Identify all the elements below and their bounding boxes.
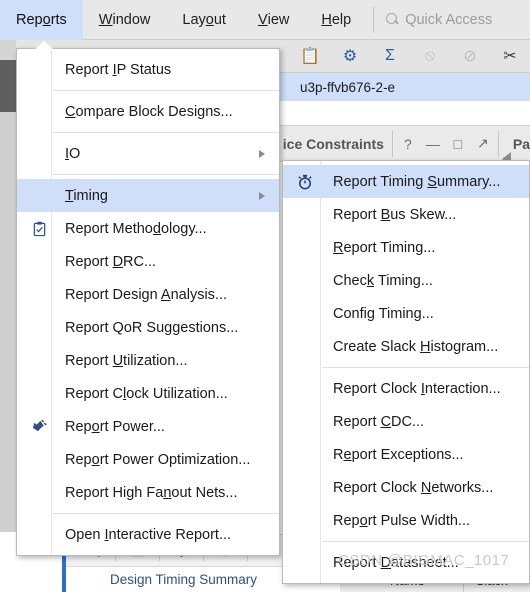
timing-submenu: Report Timing Summary... Report Bus Skew.… [282,160,530,584]
timing-menu-item-label: Report Bus Skew... [333,206,457,223]
reports-menu-item-label: Report DRC... [65,253,157,270]
menu-reports[interactable]: Rep o rts [0,0,83,40]
reports-menu-item-label: IO [65,145,81,162]
reports-menu-item-label: Report Design Analysis... [65,286,228,303]
reports-menu-item-label: Report Methodology... [65,220,207,237]
reports-menu-separator [53,132,279,133]
reports-menu-item-label: Timing [65,187,108,204]
clipboard-check-icon [26,212,52,245]
timing-menu-item-label: Report Datasheet... [333,554,459,571]
timing-menu-item-0[interactable]: Report Timing Summary... [283,165,529,198]
reports-menu-separator [53,174,279,175]
reports-menu-item-4[interactable]: Report Methodology... [17,212,279,245]
settings-gear-icon[interactable]: ⚙ [330,40,370,73]
reports-menu-item-3[interactable]: Timing [17,179,279,212]
timing-menu-item-label: Report Timing Summary... [333,173,501,190]
timing-menu-item-11[interactable]: Report Datasheet... [283,546,529,579]
timing-menu-separator [322,541,529,542]
design-timing-summary-label: Design Timing Summary [110,572,258,587]
timing-menu-item-7[interactable]: Report CDC... [283,405,529,438]
menu-window[interactable]: Window [83,0,167,40]
reports-menu-item-label: Report Clock Utilization... [65,385,228,402]
timer-icon [292,165,318,198]
cut-icon[interactable]: ✂ [490,40,530,73]
report-clipboard-icon[interactable]: 📋 [290,40,330,73]
power-plug-icon [26,410,52,443]
menubar-divider [373,6,375,33]
timing-menu-item-9[interactable]: Report Clock Networks... [283,471,529,504]
reports-menu-item-label: Report QoR Suggestions... [65,319,239,336]
reports-menu-item-6[interactable]: Report Design Analysis... [17,278,279,311]
device-constraints-title: ice Constraints [282,135,384,152]
reports-menu-item-9[interactable]: Report Clock Utilization... [17,377,279,410]
panel-maximize-button[interactable]: □ [451,136,465,152]
timing-menu-item-label: Report Pulse Width... [333,512,471,529]
menu-bar: Rep o rts Window Lay o ut View Help Quick Ac… [0,0,530,40]
timing-menu-item-label: Report Clock Networks... [333,479,494,496]
reports-menu-item-label: Report IP Status [65,61,172,78]
timing-menu-item-label: Config Timing... [333,305,434,322]
timing-menu-item-2[interactable]: Report Timing... [283,231,529,264]
timing-menu-item-label: Report Timing... [333,239,436,256]
quick-access-search[interactable]: Quick Access [380,12,492,28]
menu-help[interactable]: Help [305,0,367,40]
timing-menu-item-label: Report CDC... [333,413,425,430]
reports-menu-item-0[interactable]: Report IP Status [17,53,279,86]
chevron-right-icon [259,191,265,200]
menu-pointer-arrow [35,41,53,49]
reports-menu-item-10[interactable]: Report Power... [17,410,279,443]
chevron-right-icon [259,149,265,158]
timing-menu-item-label: Check Timing... [333,272,433,289]
timing-menu-item-label: Report Clock Interaction... [333,380,501,397]
reports-menu-item-label: Report Power Optimization... [65,451,251,468]
panel-minimize-button[interactable]: — [426,136,440,152]
reports-menu-item-label: Compare Block Designs... [65,103,233,120]
reports-menu-item-8[interactable]: Report Utilization... [17,344,279,377]
reports-menu-item-1[interactable]: Compare Block Designs... [17,95,279,128]
left-dock-strip [0,112,16,532]
clip-disabled-icon: ⊘ [463,48,477,65]
reports-menu-item-label: Report Power... [65,418,165,435]
timing-menu-item-10[interactable]: Report Pulse Width... [283,504,529,537]
reports-menu-item-2[interactable]: IO [17,137,279,170]
timing-menu-item-8[interactable]: Report Exceptions... [283,438,529,471]
reports-menu-item-label: Report Utilization... [65,352,188,369]
reports-menu-item-label: Report High Fanout Nets... [65,484,238,501]
sigma-icon[interactable]: Σ [370,40,410,73]
reports-menu-item-label: Open Interactive Report... [65,526,232,543]
menu-view[interactable]: View [242,0,305,40]
reports-menu-item-7[interactable]: Report QoR Suggestions... [17,311,279,344]
timing-menu-item-label: Create Slack Histogram... [333,338,499,355]
reports-menu-item-5[interactable]: Report DRC... [17,245,279,278]
panel-header-divider [391,130,393,157]
reports-dropdown-menu: Report IP Status Compare Block Designs...… [16,48,280,556]
panel-header-divider-2 [497,130,499,157]
timing-menu-item-label: Report Exceptions... [333,446,464,463]
reports-menu-item-12[interactable]: Report High Fanout Nets... [17,476,279,509]
timing-menu-separator [322,367,529,368]
reports-menu-item-11[interactable]: Report Power Optimization... [17,443,279,476]
timing-menu-item-1[interactable]: Report Bus Skew... [283,198,529,231]
menu-layout[interactable]: Lay o ut [166,0,242,40]
left-dock-collapsed-tab[interactable] [0,60,16,112]
timing-menu-item-3[interactable]: Check Timing... [283,264,529,297]
report-disabled-icon: ⦸ [424,47,436,64]
reports-menu-item-13[interactable]: Open Interactive Report... [17,518,279,551]
timing-menu-item-5[interactable]: Create Slack Histogram... [283,330,529,363]
left-dock-strip-top [0,40,16,60]
panel-help-button[interactable]: ? [401,136,415,152]
reports-menu-separator [53,513,279,514]
quick-access-label: Quick Access [405,11,493,28]
timing-menu-item-6[interactable]: Report Clock Interaction... [283,372,529,405]
timing-menu-item-4[interactable]: Config Timing... [283,297,529,330]
panel-float-button[interactable]: ↗ [476,135,490,151]
reports-menu-separator [53,90,279,91]
search-icon [386,13,399,26]
app-window: Rep o rts Window Lay o ut View Help Quick Ac… [0,0,530,592]
